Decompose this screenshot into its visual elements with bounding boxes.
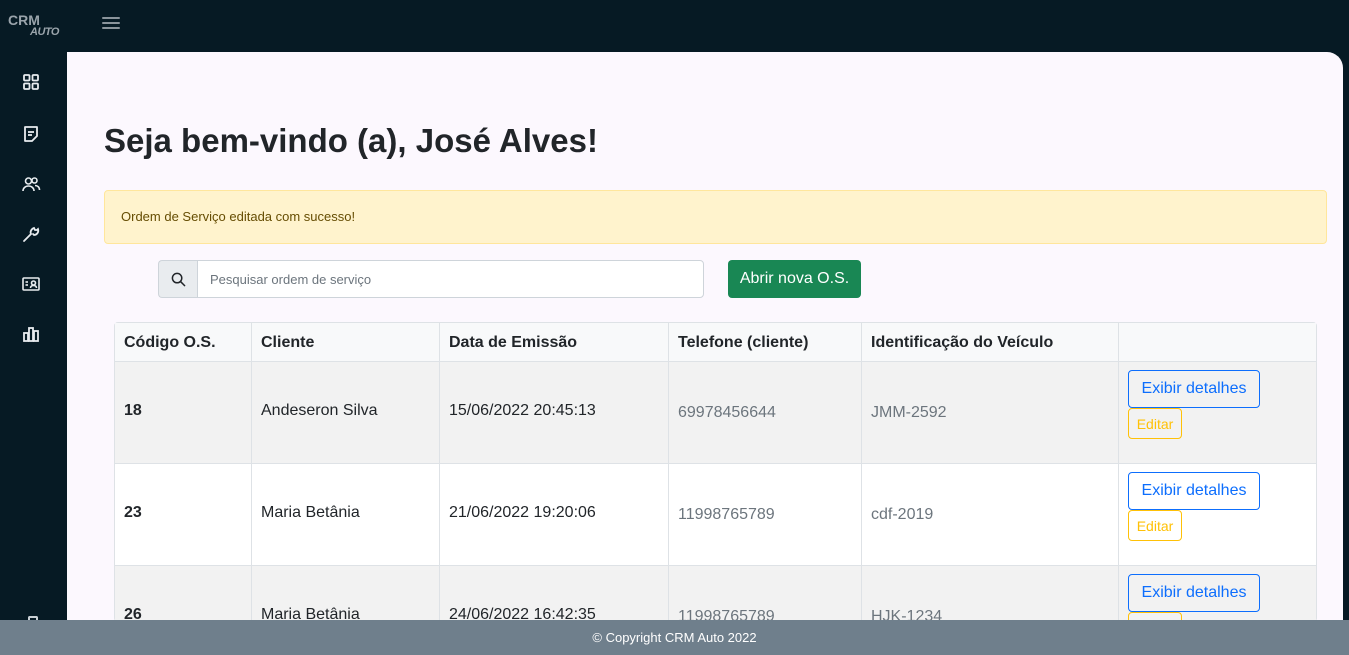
header-client: Cliente xyxy=(261,334,315,351)
cell-actions: Exibir detalhes Editar xyxy=(1119,464,1316,565)
cell-client: Maria Betânia xyxy=(252,566,440,620)
view-details-button[interactable]: Exibir detalhes xyxy=(1128,574,1260,612)
search-group xyxy=(158,260,704,298)
vehicle-id: JMM-2592 xyxy=(871,404,947,421)
header-cell: Cliente xyxy=(252,323,440,361)
cell-actions: Exibir detalhes Editar xyxy=(1119,566,1316,620)
issue-date: 15/06/2022 20:45:13 xyxy=(449,402,596,419)
table-row: 26 Maria Betânia 24/06/2022 16:42:35 119… xyxy=(115,566,1316,620)
order-code: 26 xyxy=(124,606,142,620)
clients-icon[interactable] xyxy=(21,174,41,194)
main-content: Seja bem-vindo (a), José Alves! Ordem de… xyxy=(67,52,1343,620)
order-code: 23 xyxy=(124,504,142,521)
edit-button[interactable]: Editar xyxy=(1128,612,1182,620)
new-order-button[interactable]: Abrir nova O.S. xyxy=(728,260,861,298)
cell-date: 24/06/2022 16:42:35 xyxy=(440,566,669,620)
cell-phone: 11998765789 xyxy=(669,464,862,565)
footer: © Copyright CRM Auto 2022 xyxy=(0,620,1349,655)
cell-vehicle: cdf-2019 xyxy=(862,464,1119,565)
cell-vehicle: JMM-2592 xyxy=(862,362,1119,463)
crm-auto-logo[interactable]: CRM AUTO xyxy=(8,12,59,46)
cell-phone: 69978456644 xyxy=(669,362,862,463)
issue-date: 21/06/2022 19:20:06 xyxy=(449,504,596,521)
table-header-row: Código O.S. Cliente Data de Emissão Tele… xyxy=(115,323,1316,362)
logo-line-2: AUTO xyxy=(30,26,59,38)
alert-message: Ordem de Serviço editada com sucesso! xyxy=(121,209,356,224)
dashboard-icon[interactable] xyxy=(21,72,41,92)
client-name: Maria Betânia xyxy=(261,606,360,620)
header-code: Código O.S. xyxy=(124,334,216,351)
cell-phone: 11998765789 xyxy=(669,566,862,620)
cell-client: Andeseron Silva xyxy=(252,362,440,463)
page-title: Seja bem-vindo (a), José Alves! xyxy=(104,122,598,159)
cell-code: 23 xyxy=(115,464,252,565)
client-name: Maria Betânia xyxy=(261,504,360,521)
header-cell xyxy=(1119,323,1316,361)
table-row: 18 Andeseron Silva 15/06/2022 20:45:13 6… xyxy=(115,362,1316,464)
orders-icon[interactable] xyxy=(21,124,41,144)
cell-code: 26 xyxy=(115,566,252,620)
client-phone: 11998765789 xyxy=(678,506,775,523)
header-date: Data de Emissão xyxy=(449,334,578,351)
search-icon xyxy=(158,260,198,298)
header-cell: Identificação do Veículo xyxy=(862,323,1119,361)
sidebar xyxy=(0,52,67,620)
search-input[interactable] xyxy=(197,260,704,298)
client-phone: 11998765789 xyxy=(678,608,775,620)
order-code: 18 xyxy=(124,402,142,419)
header-cell: Código O.S. xyxy=(115,323,252,361)
table-row: 23 Maria Betânia 21/06/2022 19:20:06 119… xyxy=(115,464,1316,566)
menu-toggle-icon[interactable] xyxy=(102,15,120,31)
vehicle-id: HJK-1234 xyxy=(871,608,943,620)
header-phone: Telefone (cliente) xyxy=(678,334,809,351)
cell-actions: Exibir detalhes Editar xyxy=(1119,362,1316,463)
header-vehicle: Identificação do Veículo xyxy=(871,334,1054,351)
cell-date: 15/06/2022 20:45:13 xyxy=(440,362,669,463)
copyright-text: © Copyright CRM Auto 2022 xyxy=(592,630,757,645)
edit-button[interactable]: Editar xyxy=(1128,510,1182,541)
top-bar: CRM AUTO xyxy=(0,0,1349,52)
cell-vehicle: HJK-1234 xyxy=(862,566,1119,620)
client-name: Andeseron Silva xyxy=(261,402,378,419)
view-details-button[interactable]: Exibir detalhes xyxy=(1128,472,1260,510)
issue-date: 24/06/2022 16:42:35 xyxy=(449,606,596,620)
header-cell: Data de Emissão xyxy=(440,323,669,361)
cell-client: Maria Betânia xyxy=(252,464,440,565)
orders-table: Código O.S. Cliente Data de Emissão Tele… xyxy=(114,322,1317,620)
edit-button[interactable]: Editar xyxy=(1128,408,1182,439)
employee-card-icon[interactable] xyxy=(21,274,41,294)
view-details-button[interactable]: Exibir detalhes xyxy=(1128,370,1260,408)
header-cell: Telefone (cliente) xyxy=(669,323,862,361)
success-alert: Ordem de Serviço editada com sucesso! xyxy=(104,190,1327,244)
vehicle-id: cdf-2019 xyxy=(871,506,934,523)
cell-code: 18 xyxy=(115,362,252,463)
reports-chart-icon[interactable] xyxy=(21,324,41,344)
client-phone: 69978456644 xyxy=(678,404,776,421)
cell-date: 21/06/2022 19:20:06 xyxy=(440,464,669,565)
tools-icon[interactable] xyxy=(21,224,41,244)
